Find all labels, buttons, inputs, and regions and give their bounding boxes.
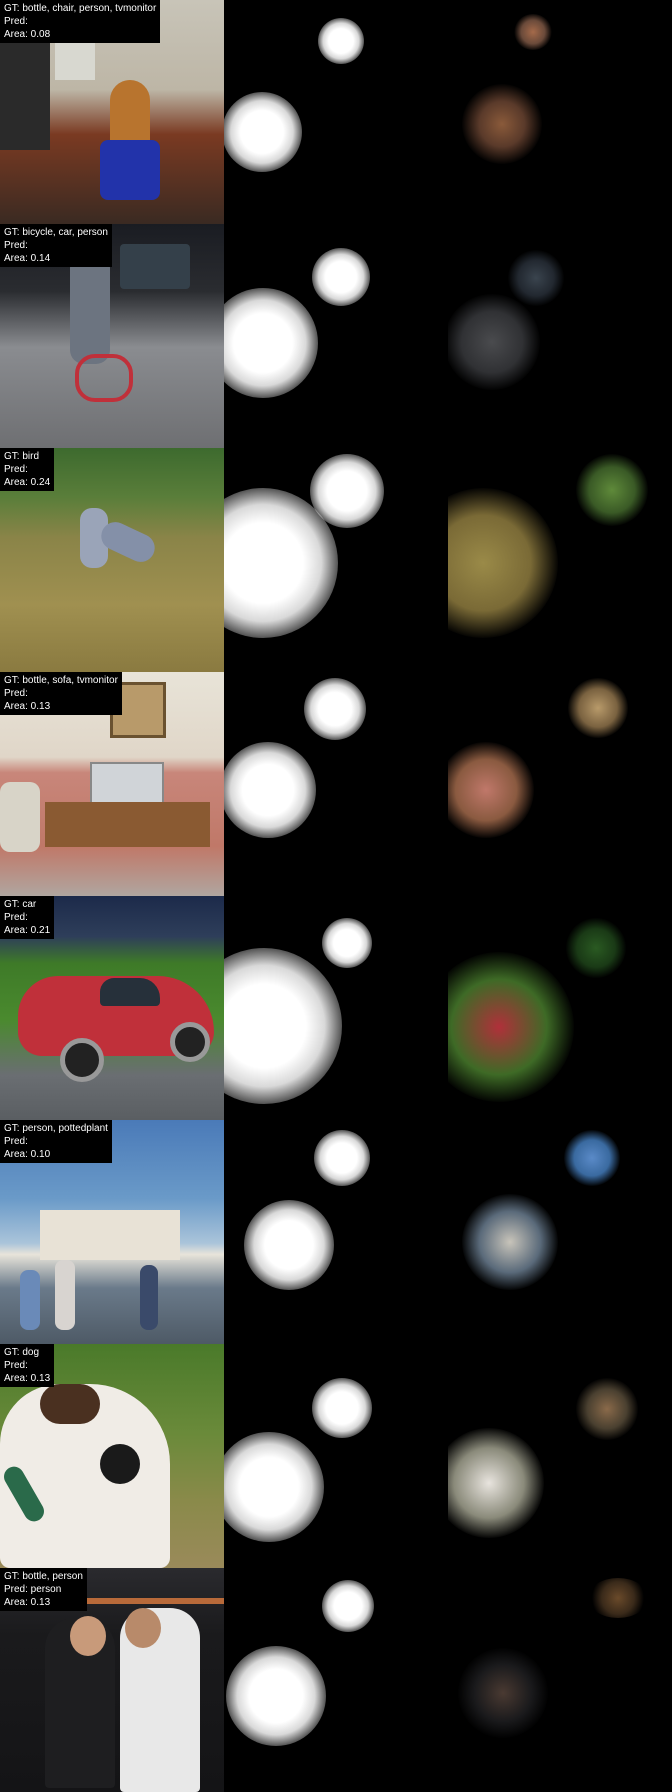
input-image: GT: bird Pred: Area: 0.24 [0, 448, 224, 672]
input-image: GT: car Pred: Area: 0.21 [0, 896, 224, 1120]
result-row: GT: bottle, person Pred: person Area: 0.… [0, 1568, 672, 1792]
gt-text: GT: bird [4, 451, 40, 462]
area-text: Area: 0.13 [4, 1597, 51, 1608]
area-text: Area: 0.10 [4, 1149, 51, 1160]
pred-text: Pred: [4, 1136, 28, 1147]
pred-text: Pred: [4, 16, 28, 27]
masked-image [448, 672, 672, 896]
caption: GT: bicycle, car, person Pred: Area: 0.1… [0, 224, 112, 267]
gt-text: GT: bicycle, car, person [4, 227, 108, 238]
masked-region [448, 294, 540, 390]
gt-text: GT: bottle, person [4, 1571, 83, 1582]
attention-map [224, 896, 448, 1120]
attention-blob [224, 92, 302, 172]
masked-region [514, 14, 552, 50]
masked-region [566, 918, 626, 978]
masked-region [564, 1130, 620, 1186]
input-image: GT: bicycle, car, person Pred: Area: 0.1… [0, 224, 224, 448]
masked-region [462, 84, 542, 164]
results-grid: GT: bottle, chair, person, tvmonitor Pre… [0, 0, 672, 1792]
attention-map [224, 1120, 448, 1344]
result-row: GT: dog Pred: Area: 0.13 [0, 1344, 672, 1568]
masked-region [508, 250, 564, 306]
masked-image [448, 1344, 672, 1568]
gt-text: GT: bottle, chair, person, tvmonitor [4, 3, 157, 14]
pred-text: Pred: [4, 688, 28, 699]
attention-blob [226, 1646, 326, 1746]
masked-image [448, 0, 672, 224]
masked-region [458, 1648, 548, 1738]
attention-blob [312, 248, 370, 306]
attention-blob [224, 1432, 324, 1542]
caption: GT: car Pred: Area: 0.21 [0, 896, 55, 939]
attention-blob [304, 678, 366, 740]
input-image: GT: bottle, sofa, tvmonitor Pred: Area: … [0, 672, 224, 896]
attention-blob [224, 948, 342, 1104]
attention-blob [224, 288, 318, 398]
attention-blob [318, 18, 364, 64]
area-text: Area: 0.13 [4, 701, 51, 712]
masked-region [448, 742, 534, 838]
result-row: GT: person, pottedplant Pred: Area: 0.10 [0, 1120, 672, 1344]
attention-blob [244, 1200, 334, 1290]
attention-map [224, 1344, 448, 1568]
caption: GT: bottle, chair, person, tvmonitor Pre… [0, 0, 161, 43]
pred-text: Pred: [4, 240, 28, 251]
area-text: Area: 0.21 [4, 925, 51, 936]
pred-text: Pred: [4, 464, 28, 475]
result-row: GT: bicycle, car, person Pred: Area: 0.1… [0, 224, 672, 448]
masked-image [448, 896, 672, 1120]
masked-image [448, 1120, 672, 1344]
result-row: GT: bottle, chair, person, tvmonitor Pre… [0, 0, 672, 224]
masked-region [448, 952, 574, 1102]
input-image: GT: dog Pred: Area: 0.13 [0, 1344, 224, 1568]
caption: GT: person, pottedplant Pred: Area: 0.10 [0, 1120, 112, 1163]
input-image: GT: bottle, person Pred: person Area: 0.… [0, 1568, 224, 1792]
attention-map [224, 1568, 448, 1792]
pred-text: Pred: person [4, 1584, 62, 1595]
caption: GT: bottle, person Pred: person Area: 0.… [0, 1568, 87, 1611]
pred-text: Pred: [4, 912, 28, 923]
input-image: GT: person, pottedplant Pred: Area: 0.10 [0, 1120, 224, 1344]
attention-map [224, 0, 448, 224]
result-row: GT: bird Pred: Area: 0.24 [0, 448, 672, 672]
attention-map [224, 224, 448, 448]
attention-map [224, 672, 448, 896]
masked-region [448, 488, 558, 638]
gt-text: GT: dog [4, 1347, 40, 1358]
attention-blob [224, 742, 316, 838]
area-text: Area: 0.08 [4, 29, 51, 40]
attention-map [224, 448, 448, 672]
pred-text: Pred: [4, 1360, 28, 1371]
caption: GT: bottle, sofa, tvmonitor Pred: Area: … [0, 672, 122, 715]
masked-image [448, 448, 672, 672]
result-row: GT: bottle, sofa, tvmonitor Pred: Area: … [0, 672, 672, 896]
attention-blob [312, 1378, 372, 1438]
masked-region [448, 1428, 544, 1538]
attention-blob [314, 1130, 370, 1186]
input-image: GT: bottle, chair, person, tvmonitor Pre… [0, 0, 224, 224]
attention-blob [322, 1580, 374, 1632]
gt-text: GT: person, pottedplant [4, 1123, 108, 1134]
caption: GT: dog Pred: Area: 0.13 [0, 1344, 55, 1387]
gt-text: GT: car [4, 899, 37, 910]
masked-image [448, 224, 672, 448]
masked-region [588, 1578, 648, 1618]
masked-region [576, 1378, 638, 1440]
masked-region [568, 678, 628, 738]
result-row: GT: car Pred: Area: 0.21 [0, 896, 672, 1120]
caption: GT: bird Pred: Area: 0.24 [0, 448, 55, 491]
attention-blob [322, 918, 372, 968]
masked-image [448, 1568, 672, 1792]
area-text: Area: 0.13 [4, 1373, 51, 1384]
masked-region [462, 1194, 558, 1290]
area-text: Area: 0.14 [4, 253, 51, 264]
gt-text: GT: bottle, sofa, tvmonitor [4, 675, 118, 686]
area-text: Area: 0.24 [4, 477, 51, 488]
masked-region [576, 454, 648, 526]
